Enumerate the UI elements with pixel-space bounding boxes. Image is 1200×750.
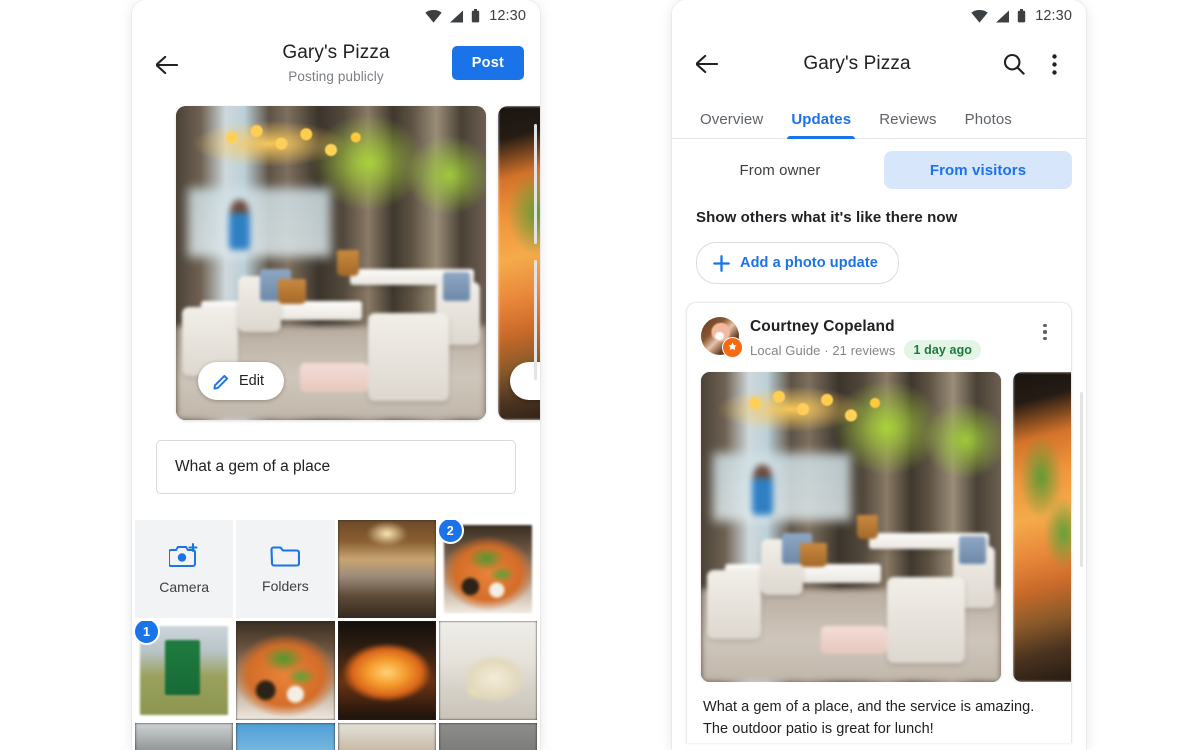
photo-thumbnail-interior[interactable]	[337, 520, 436, 619]
update-timestamp-badge: 1 day ago	[904, 340, 982, 360]
photo-thumbnail-partial-3[interactable]	[337, 722, 436, 750]
update-photo-patio[interactable]	[701, 372, 1001, 682]
photo-thumbnail-bread[interactable]	[337, 621, 436, 720]
update-photo-pizza[interactable]	[1013, 372, 1071, 682]
author-meta: Local Guide · 21 reviews	[750, 342, 896, 358]
page-scroll-indicator[interactable]	[1080, 392, 1083, 567]
back-arrow-icon[interactable]	[150, 48, 184, 82]
page-title: Gary's Pizza	[803, 53, 911, 74]
photo-picker-row-3	[132, 722, 540, 750]
photo-thumbnail-partial-2[interactable]	[236, 722, 335, 750]
local-guide-badge-icon	[722, 337, 743, 358]
left-phone-panel: 12:30 Gary's Pizza Posting publicly Post	[132, 0, 540, 750]
photo-thumbnail-sign-selected[interactable]: 1	[135, 621, 234, 720]
photo-picker: Camera Folders 2 1	[132, 518, 540, 750]
update-body-text: What a gem of a place, and the service i…	[703, 699, 1035, 738]
tab-bar: Overview Updates Reviews Photos	[672, 96, 1086, 139]
wifi-icon	[971, 9, 988, 23]
update-photo-carousel[interactable]	[687, 370, 1071, 682]
camera-tile-label: Camera	[159, 579, 210, 596]
search-icon[interactable]	[994, 44, 1034, 84]
more-vert-icon[interactable]	[1034, 44, 1074, 84]
photo-thumbnail-pizza-selected[interactable]: 2	[438, 520, 537, 619]
tab-overview[interactable]: Overview	[686, 111, 777, 138]
more-vert-icon[interactable]	[1031, 317, 1059, 347]
composer-top-bar: Gary's Pizza Posting publicly Post	[132, 32, 540, 100]
folders-tile-label: Folders	[262, 578, 309, 595]
edit-photo-label: Edit	[239, 373, 264, 389]
carousel-scroll-indicator-2	[534, 260, 537, 380]
visitor-update-card: Courtney Copeland Local Guide · 21 revie…	[686, 302, 1072, 743]
photo-thumbnail-partial-4[interactable]	[438, 722, 537, 750]
folders-tile[interactable]: Folders	[236, 520, 335, 619]
caption-section: What a gem of a place	[132, 426, 540, 518]
back-arrow-icon[interactable]	[690, 47, 724, 81]
updates-prompt: Show others what it's like there now	[696, 209, 958, 226]
camera-add-icon	[169, 543, 198, 568]
segment-from-visitors[interactable]: From visitors	[884, 151, 1072, 189]
carousel-scroll-indicator	[534, 124, 537, 244]
screenshot-stage: 12:30 Gary's Pizza Posting publicly Post	[0, 0, 1200, 750]
photo-thumbnail-partial-1[interactable]	[135, 722, 234, 750]
wifi-icon	[425, 9, 442, 23]
pencil-icon	[213, 374, 229, 390]
photo-thumbnail-pizza-2[interactable]	[236, 621, 335, 720]
photo-thumbnail-pasta[interactable]	[438, 621, 537, 720]
updates-source-toggle: From owner From visitors	[672, 139, 1086, 195]
update-author-block: Courtney Copeland Local Guide · 21 revie…	[750, 317, 1020, 360]
post-button[interactable]: Post	[451, 46, 524, 80]
cellular-signal-icon	[996, 10, 1010, 22]
caption-input[interactable]: What a gem of a place	[156, 440, 516, 494]
tab-reviews[interactable]: Reviews	[865, 111, 950, 138]
battery-icon	[1018, 9, 1026, 23]
folder-icon	[270, 546, 301, 567]
author-name: Courtney Copeland	[750, 318, 895, 335]
add-photo-update-button[interactable]: Add a photo update	[696, 242, 899, 284]
add-photo-update-label: Add a photo update	[740, 255, 878, 271]
camera-tile[interactable]: Camera	[135, 520, 234, 619]
photo-picker-row-2: 1	[132, 621, 540, 722]
right-phone-panel: 12:30 Gary's Pizza Overview Updates Revi…	[672, 0, 1086, 750]
composer-photo-carousel[interactable]: Edit	[132, 100, 540, 426]
status-bar-left: 12:30	[132, 0, 540, 32]
status-bar-time: 12:30	[1035, 8, 1072, 24]
avatar[interactable]	[701, 317, 743, 358]
status-bar-right: 12:30	[672, 0, 1086, 32]
segment-from-owner[interactable]: From owner	[686, 151, 874, 189]
tab-photos[interactable]: Photos	[951, 111, 1026, 138]
edit-photo-button[interactable]: Edit	[198, 362, 284, 400]
selected-photo-patio[interactable]: Edit	[176, 106, 486, 420]
app-bar: Gary's Pizza	[672, 32, 1086, 96]
tab-updates[interactable]: Updates	[777, 111, 865, 139]
status-bar-time: 12:30	[489, 8, 526, 24]
update-card-header: Courtney Copeland Local Guide · 21 revie…	[687, 303, 1071, 370]
battery-icon	[472, 9, 480, 23]
photo-picker-row-1: Camera Folders 2	[132, 520, 540, 621]
cellular-signal-icon	[450, 10, 464, 22]
plus-icon	[713, 254, 730, 272]
